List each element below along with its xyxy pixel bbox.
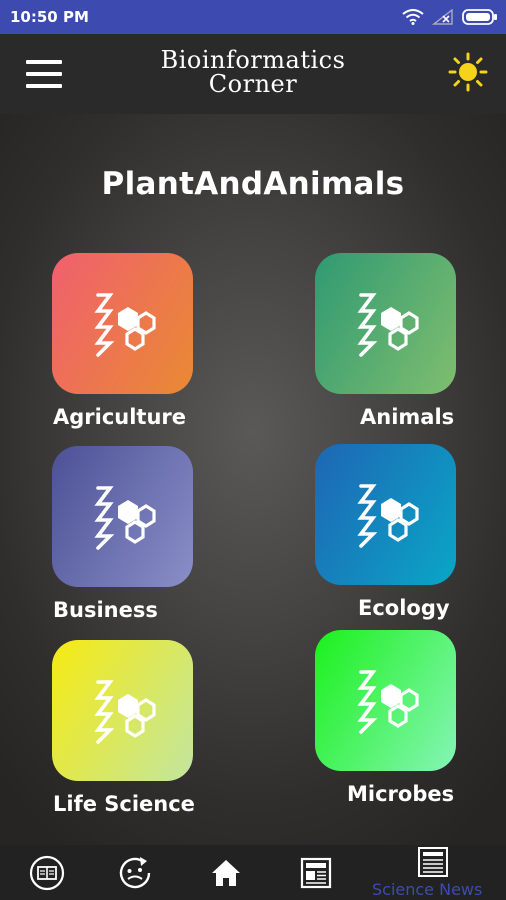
science-news-icon [418,847,448,877]
dna-hexagon-icon [93,679,156,744]
app-logo: Bioinformatics Corner [140,48,366,96]
page-title: PlantAndAnimals [101,166,405,202]
category-label-agriculture[interactable]: Agriculture [53,405,186,429]
nav-quiz[interactable] [113,845,157,900]
category-tile-animals[interactable] [315,253,456,394]
dna-hexagon-icon [93,485,156,550]
category-tile-life-science[interactable] [52,640,193,781]
category-label-microbes[interactable]: Microbes [347,782,454,806]
sun-icon[interactable] [448,52,488,92]
category-label-life-science[interactable]: Life Science [53,792,195,816]
paper-icon [300,857,332,888]
dna-hexagon-icon [356,669,419,734]
category-tile-agriculture[interactable] [52,253,193,394]
category-tile-microbes[interactable] [315,630,456,771]
hamburger-menu-icon[interactable] [26,60,62,88]
brand-line-1: Bioinformatics [160,46,346,74]
category-label-business[interactable]: Business [53,598,158,622]
nav-home[interactable] [206,845,246,900]
app-bar: Bioinformatics Corner [0,34,506,114]
nav-science-news[interactable] [408,845,458,879]
category-tile-business[interactable] [52,446,193,587]
nav-paper[interactable] [296,845,336,900]
category-label-animals[interactable]: Animals [360,405,454,429]
category-label-ecology[interactable]: Ecology [358,596,450,620]
quiz-icon [119,856,151,888]
app-screen: 10:50 PM Bioinformatics Corner PlantAndA… [0,0,506,900]
dna-hexagon-icon [356,292,419,357]
status-icons [402,7,498,27]
home-icon [212,859,240,886]
status-bar: 10:50 PM [0,0,506,34]
brand-line-2: Corner [208,70,298,98]
book-icon [29,855,65,890]
battery-icon [462,9,497,25]
dna-hexagon-icon [356,483,419,548]
dna-hexagon-icon [93,292,156,357]
signal-icon [432,9,453,25]
wifi-icon [402,9,424,25]
category-tile-ecology[interactable] [315,444,456,585]
status-time: 10:50 PM [10,8,89,26]
nav-science-news-label[interactable]: Science News [372,880,482,899]
nav-book[interactable] [25,845,69,900]
